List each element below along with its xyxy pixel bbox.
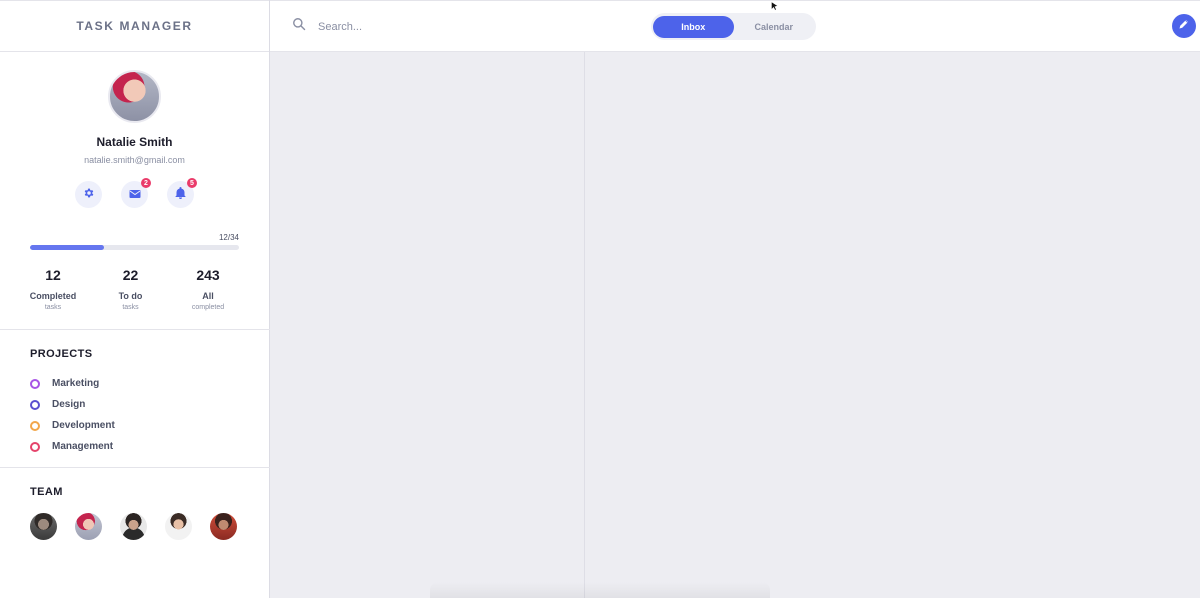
user-email: natalie.smith@gmail.com [84, 155, 185, 165]
search-bar [292, 17, 518, 36]
projects-heading: PROJECTS [30, 348, 93, 360]
task-stats: 12 Completed tasks 22 To do tasks 243 Al… [0, 267, 269, 311]
mail-badge: 2 [141, 178, 151, 188]
mail-button[interactable]: 2 [121, 178, 151, 208]
stat-sublabel: tasks [44, 304, 62, 311]
project-label: Development [52, 420, 115, 431]
project-item-design[interactable]: Design [30, 394, 115, 415]
settings-button[interactable] [75, 181, 102, 208]
mouse-cursor-icon [770, 0, 780, 16]
sidebar: TASK MANAGER Natalie Smith natalie.smith… [0, 0, 270, 598]
stat-todo: 22 To do tasks [100, 267, 162, 311]
stat-sublabel: completed [191, 304, 225, 311]
team-member-avatar[interactable] [210, 513, 237, 540]
top-bar: Inbox Calendar [270, 0, 1200, 52]
brand-header: TASK MANAGER [0, 0, 269, 52]
user-avatar[interactable] [108, 70, 161, 123]
stat-label: All [202, 291, 214, 301]
app-title: TASK MANAGER [76, 19, 193, 33]
stat-sublabel: tasks [122, 304, 139, 311]
column-divider [584, 52, 585, 598]
team-heading: TEAM [30, 486, 63, 498]
task-progress: 12/34 [0, 233, 269, 250]
stat-value: 243 [196, 267, 220, 283]
stat-all: 243 All completed [177, 267, 239, 311]
user-profile: Natalie Smith natalie.smith@gmail.com 2 … [0, 52, 269, 208]
project-list: Marketing Design Development Management [30, 373, 115, 457]
envelope-icon [129, 186, 141, 204]
tab-inbox[interactable]: Inbox [653, 15, 734, 38]
search-input[interactable] [318, 20, 518, 33]
compose-button[interactable] [1172, 14, 1196, 38]
progress-fill [30, 245, 104, 250]
project-item-marketing[interactable]: Marketing [30, 373, 115, 394]
team-member-avatar[interactable] [30, 513, 57, 540]
tab-calendar[interactable]: Calendar [734, 16, 815, 38]
gear-icon [83, 186, 95, 204]
project-item-management[interactable]: Management [30, 436, 115, 457]
project-color-dot [30, 399, 40, 410]
search-icon[interactable] [292, 17, 306, 36]
team-avatars [30, 513, 237, 540]
team-member-avatar[interactable] [120, 513, 147, 540]
project-label: Design [52, 399, 86, 410]
stat-value: 12 [45, 267, 61, 283]
project-color-dot [30, 378, 40, 389]
panel-shadow [430, 582, 770, 598]
project-color-dot [30, 441, 40, 452]
divider [0, 467, 270, 468]
project-label: Management [52, 441, 114, 452]
notifications-badge: 5 [187, 178, 197, 188]
divider [0, 329, 270, 330]
project-label: Marketing [52, 378, 100, 389]
project-item-development[interactable]: Development [30, 415, 115, 436]
pencil-icon [1178, 17, 1190, 35]
project-color-dot [30, 420, 40, 431]
stat-label: To do [118, 291, 143, 301]
progress-label: 12/34 [218, 233, 239, 242]
user-name: Natalie Smith [96, 135, 173, 149]
stat-label: Completed [29, 291, 77, 301]
team-member-avatar[interactable] [165, 513, 192, 540]
notifications-button[interactable]: 5 [167, 178, 197, 208]
stat-completed: 12 Completed tasks [22, 267, 84, 311]
progress-track [30, 245, 239, 250]
view-toggle: Inbox Calendar [651, 13, 816, 40]
stat-value: 22 [122, 267, 139, 283]
team-member-avatar[interactable] [75, 513, 102, 540]
bell-icon [175, 186, 186, 204]
profile-actions: 2 5 [0, 178, 269, 208]
